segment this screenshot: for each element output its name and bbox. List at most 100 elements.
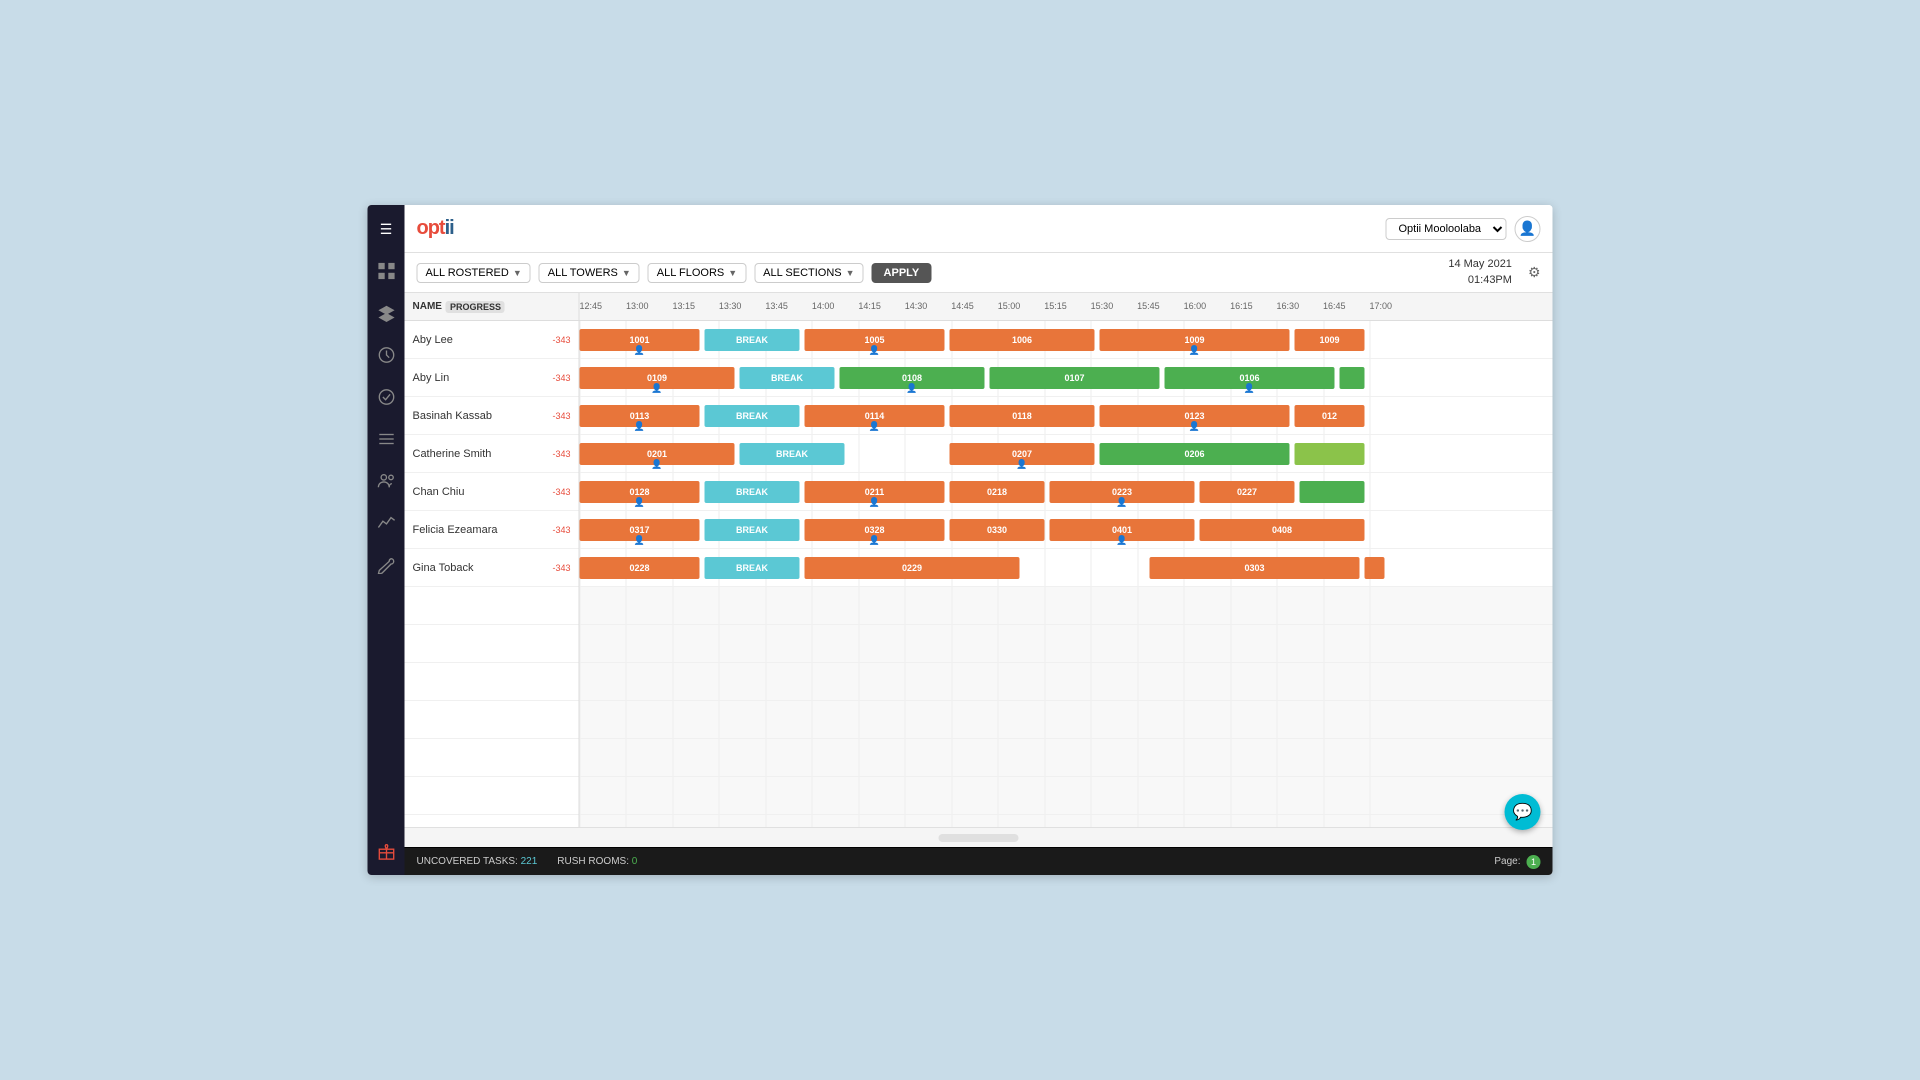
time-label: 16:15	[1230, 301, 1253, 311]
task-bar[interactable]: 0303	[1150, 557, 1360, 579]
header-right: Optii Mooloolaba 👤	[1386, 216, 1541, 242]
progress-badge: PROGRESS	[446, 301, 505, 313]
task-bar[interactable]: 1009	[1295, 329, 1365, 351]
name-cell: Basinah Kassab-343	[405, 397, 579, 435]
task-bar[interactable]: BREAK	[705, 557, 800, 579]
name-cell: Gina Toback-343	[405, 549, 579, 587]
task-bar[interactable]: 0229	[805, 557, 1020, 579]
person-icon: 👤	[634, 345, 645, 356]
name-cell: Aby Lin-343	[405, 359, 579, 397]
name-cell-empty	[405, 587, 579, 625]
task-bar[interactable]: BREAK	[740, 443, 845, 465]
staff-name: Aby Lin	[413, 372, 549, 384]
staff-name: Chan Chiu	[413, 486, 549, 498]
badge-number: -343	[552, 487, 570, 497]
chevron-down-icon: ▼	[846, 268, 855, 278]
task-bar[interactable]: 0206	[1100, 443, 1290, 465]
toolbar: ALL ROSTERED ▼ ALL TOWERS ▼ ALL FLOORS ▼…	[405, 253, 1553, 293]
person-icon: 👤	[869, 535, 880, 546]
person-icon: 👤	[634, 535, 645, 546]
task-bar[interactable]: 0330	[950, 519, 1045, 541]
task-bar[interactable]: 0408	[1200, 519, 1365, 541]
person-icon: 👤	[1116, 535, 1127, 546]
task-bar[interactable]: 0218	[950, 481, 1045, 503]
badge-number: -343	[552, 411, 570, 421]
gantt-row: 0201👤BREAK0207👤0206	[580, 435, 1553, 473]
task-bar[interactable]	[1365, 557, 1385, 579]
time-label: 16:45	[1323, 301, 1346, 311]
sidebar-gift-icon[interactable]	[374, 839, 398, 863]
gantt-row: 0317👤BREAK0328👤03300401👤0408	[580, 511, 1553, 549]
chat-button[interactable]: 💬	[1505, 794, 1541, 830]
badge-number: -343	[552, 525, 570, 535]
badge-number: -343	[552, 373, 570, 383]
gantt-row: 0109👤BREAK0108👤01070106👤	[580, 359, 1553, 397]
task-bar[interactable]: BREAK	[705, 405, 800, 427]
person-icon: 👤	[1189, 421, 1200, 432]
task-bar[interactable]: 0227	[1200, 481, 1295, 503]
task-bar[interactable]: 1006	[950, 329, 1095, 351]
chevron-down-icon: ▼	[622, 268, 631, 278]
person-icon: 👤	[651, 383, 662, 394]
sidebar: ☰	[368, 205, 405, 875]
schedule-container: NAME PROGRESS 12:4513:0013:1513:3013:451…	[405, 293, 1553, 847]
time-label: 15:30	[1091, 301, 1114, 311]
gantt-row-empty	[580, 663, 1553, 701]
schedule-header: NAME PROGRESS 12:4513:0013:1513:3013:451…	[405, 293, 1553, 321]
sidebar-analytics-icon[interactable]	[374, 511, 398, 535]
time-label: 16:00	[1184, 301, 1207, 311]
gantt-row-empty	[580, 815, 1553, 827]
person-icon: 👤	[651, 459, 662, 470]
time-label: 14:30	[905, 301, 928, 311]
gantt-row: 1001👤BREAK1005👤10061009👤1009	[580, 321, 1553, 359]
badge-number: -343	[552, 335, 570, 345]
filter-rostered-btn[interactable]: ALL ROSTERED ▼	[417, 263, 531, 283]
location-select[interactable]: Optii Mooloolaba	[1386, 218, 1507, 240]
page-indicator: Page: 1	[1494, 855, 1540, 869]
sidebar-list-icon[interactable]	[374, 427, 398, 451]
staff-name: Aby Lee	[413, 334, 549, 346]
task-bar[interactable]: 012	[1295, 405, 1365, 427]
task-bar[interactable]: 0107	[990, 367, 1160, 389]
settings-icon[interactable]: ⚙	[1528, 264, 1541, 281]
sidebar-people-icon[interactable]	[374, 469, 398, 493]
scroll-indicator[interactable]	[939, 834, 1019, 842]
time-label: 13:00	[626, 301, 649, 311]
person-icon: 👤	[1244, 383, 1255, 394]
task-bar[interactable]: 0228	[580, 557, 700, 579]
task-bar[interactable]: BREAK	[705, 329, 800, 351]
staff-name: Basinah Kassab	[413, 410, 549, 422]
task-bar[interactable]: 0118	[950, 405, 1095, 427]
page-dot: 1	[1527, 855, 1541, 869]
task-bar[interactable]: BREAK	[705, 481, 800, 503]
task-bar[interactable]: BREAK	[705, 519, 800, 541]
user-avatar[interactable]: 👤	[1515, 216, 1541, 242]
badge-number: -343	[552, 563, 570, 573]
apply-button[interactable]: APPLY	[872, 263, 932, 283]
name-column: Aby Lee-343Aby Lin-343Basinah Kassab-343…	[405, 321, 580, 827]
filter-floors-btn[interactable]: ALL FLOORS ▼	[648, 263, 746, 283]
gantt-row-empty	[580, 701, 1553, 739]
sidebar-clock-icon[interactable]	[374, 343, 398, 367]
task-bar[interactable]	[1340, 367, 1365, 389]
task-bar[interactable]: BREAK	[740, 367, 835, 389]
sidebar-grid-icon[interactable]	[374, 259, 398, 283]
sidebar-tools-icon[interactable]	[374, 553, 398, 577]
task-bar[interactable]	[1300, 481, 1365, 503]
name-cell-empty	[405, 701, 579, 739]
time-label: 13:15	[672, 301, 695, 311]
time-label: 13:30	[719, 301, 742, 311]
filter-towers-btn[interactable]: ALL TOWERS ▼	[539, 263, 640, 283]
filter-sections-btn[interactable]: ALL SECTIONS ▼	[754, 263, 863, 283]
sidebar-menu-icon[interactable]: ☰	[374, 217, 398, 241]
gantt-row-empty	[580, 777, 1553, 815]
staff-name: Catherine Smith	[413, 448, 549, 460]
staff-name: Gina Toback	[413, 562, 549, 574]
time-label: 15:00	[998, 301, 1021, 311]
sidebar-check-icon[interactable]	[374, 385, 398, 409]
gantt-row: 0113👤BREAK0114👤01180123👤012	[580, 397, 1553, 435]
task-bar[interactable]	[1295, 443, 1365, 465]
sidebar-layers-icon[interactable]	[374, 301, 398, 325]
time-label: 14:45	[951, 301, 974, 311]
time-label: 14:15	[858, 301, 881, 311]
